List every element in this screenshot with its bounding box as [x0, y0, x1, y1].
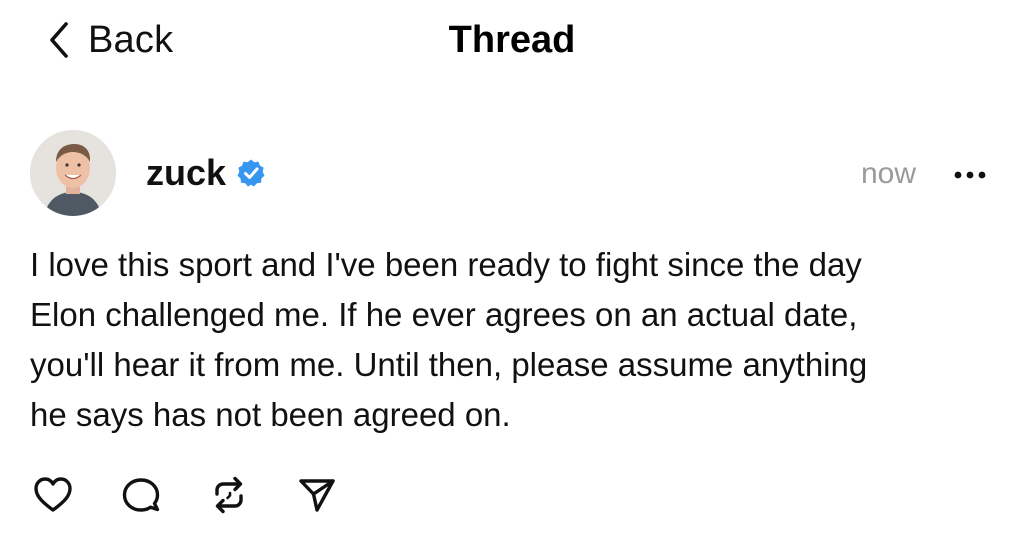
heart-icon: [32, 474, 74, 516]
chevron-left-icon: [44, 20, 74, 60]
post-actions: [28, 470, 380, 520]
comment-icon: [120, 474, 162, 516]
post-text-line: you'll hear it from me. Until then, plea…: [30, 346, 868, 383]
author-name[interactable]: zuck: [146, 152, 226, 194]
post-text-line: I love this sport and I've been ready to…: [30, 246, 862, 283]
reply-button[interactable]: [116, 470, 166, 520]
back-button[interactable]: Back: [44, 16, 173, 64]
verified-badge-icon: [226, 158, 266, 188]
more-horizontal-icon: [950, 169, 990, 181]
share-button[interactable]: [292, 470, 342, 520]
post-text-line: he says has not been agreed on.: [30, 396, 511, 433]
back-label: Back: [88, 18, 174, 61]
repost-button[interactable]: [204, 470, 254, 520]
more-options-button[interactable]: [948, 160, 992, 190]
thread-page: Back Thread zuck now I love this sport a…: [0, 0, 1024, 557]
post-timestamp: now: [860, 157, 916, 190]
like-button[interactable]: [28, 470, 78, 520]
post-author: zuck: [146, 150, 266, 196]
repost-icon: [208, 474, 250, 516]
avatar[interactable]: [30, 130, 116, 216]
post-text-line: Elon challenged me. If he ever agrees on…: [30, 296, 858, 333]
post-text: I love this sport and I've been ready to…: [30, 240, 1000, 440]
send-icon: [296, 474, 338, 516]
